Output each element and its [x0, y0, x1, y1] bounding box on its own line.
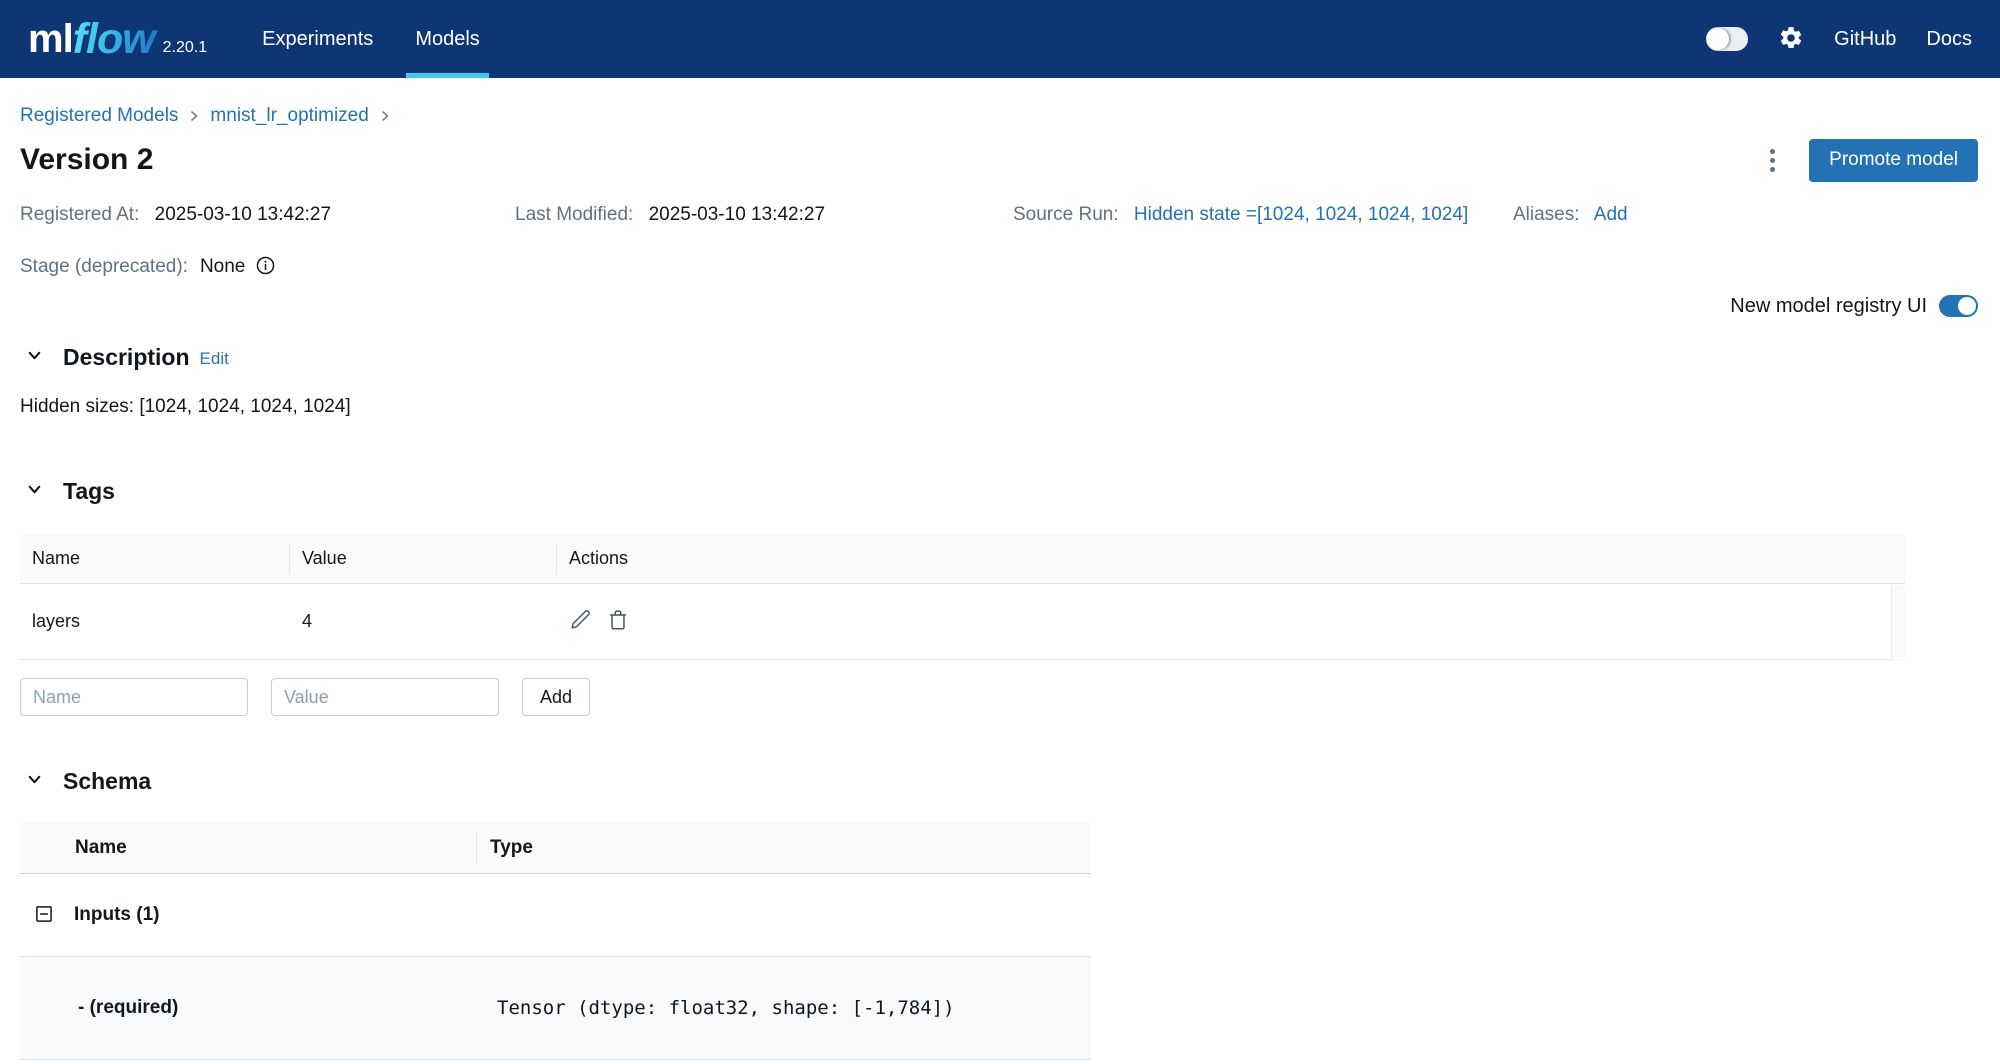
registry-toggle-row: New model registry UI: [20, 294, 1978, 318]
stage-info-button[interactable]: [255, 255, 276, 279]
logo-ml-text: ml: [28, 16, 74, 61]
chevron-down-icon: [26, 771, 43, 791]
tab-experiments[interactable]: Experiments: [258, 0, 377, 78]
tag-value-cell: 4: [302, 611, 313, 631]
aliases-label: Aliases:: [1513, 204, 1580, 225]
schema-row-type: Tensor (dtype: float32, shape: [-1,784]): [497, 997, 955, 1019]
description-edit-link[interactable]: Edit: [200, 349, 229, 369]
overflow-menu-button[interactable]: [1760, 141, 1785, 180]
collapse-inputs-button[interactable]: [34, 904, 54, 927]
schema-row-name: - (required): [78, 997, 179, 1018]
pencil-icon: [569, 609, 591, 634]
docs-link[interactable]: Docs: [1926, 28, 1972, 51]
description-collapse-button[interactable]: [26, 347, 43, 367]
schema-collapse-button[interactable]: [26, 771, 43, 791]
chevron-right-icon: [187, 109, 201, 123]
chevron-right-icon: [378, 109, 392, 123]
schema-col-type: Type: [490, 836, 533, 858]
tags-table-header: Name Value Actions: [20, 534, 1905, 584]
kebab-icon: [1770, 148, 1776, 154]
last-modified: Last Modified: 2025-03-10 13:42:27: [515, 204, 1013, 226]
registered-at-label: Registered At:: [20, 204, 140, 225]
schema-section-header: Schema: [20, 766, 1978, 796]
github-link[interactable]: GitHub: [1834, 28, 1896, 51]
page-content: Registered Models mnist_lr_optimized Ver…: [0, 104, 2000, 1060]
aliases-add-link[interactable]: Add: [1594, 204, 1628, 225]
last-modified-label: Last Modified:: [515, 204, 634, 225]
trash-icon: [607, 609, 629, 634]
chevron-down-icon: [26, 347, 43, 367]
breadcrumb-model-name[interactable]: mnist_lr_optimized: [210, 105, 368, 127]
source-run: Source Run: Hidden state =[1024, 1024, 1…: [1013, 204, 1513, 226]
toggle-knob: [1958, 297, 1976, 315]
stage-row: Stage (deprecated): None: [20, 254, 1978, 280]
tags-table: Name Value Actions layers 4: [20, 534, 1905, 661]
tab-models[interactable]: Models: [406, 0, 490, 78]
registered-at: Registered At: 2025-03-10 13:42:27: [20, 204, 515, 226]
aliases: Aliases: Add: [1513, 204, 1628, 226]
tag-value-input[interactable]: [271, 678, 499, 716]
settings-button[interactable]: [1778, 25, 1804, 54]
logo-flow-text: flow: [73, 15, 159, 64]
delete-tag-button[interactable]: [607, 609, 629, 634]
theme-toggle-knob: [1707, 28, 1730, 50]
breadcrumb-registered-models[interactable]: Registered Models: [20, 105, 178, 127]
source-run-label: Source Run:: [1013, 204, 1119, 225]
page-title: Version 2: [20, 143, 154, 176]
new-registry-ui-toggle[interactable]: [1939, 295, 1978, 317]
tag-name-input[interactable]: [20, 678, 248, 716]
stage-value: None: [199, 256, 246, 277]
tags-section-header: Tags: [20, 476, 1978, 506]
minus-square-icon: [34, 904, 54, 927]
tag-name-cell: layers: [32, 611, 81, 631]
title-actions: Promote model: [1760, 138, 1978, 182]
title-row: Version 2 Promote model: [20, 138, 1978, 182]
tags-col-name: Name: [20, 543, 290, 574]
table-row: layers 4: [20, 584, 1890, 660]
description-section-header: Description Edit: [20, 342, 1978, 372]
source-run-link[interactable]: Hidden state =[1024, 1024, 1024, 1024]: [1134, 204, 1468, 225]
schema-title: Schema: [63, 767, 152, 794]
tags-title: Tags: [63, 477, 115, 504]
schema-table-header: Name Type: [20, 822, 1091, 874]
edit-tag-button[interactable]: [569, 609, 591, 634]
breadcrumb: Registered Models mnist_lr_optimized: [20, 104, 1978, 128]
registered-at-value: 2025-03-10 13:42:27: [154, 204, 332, 225]
info-icon: [255, 255, 276, 279]
tag-actions-cell: [557, 609, 1890, 634]
registry-toggle-label: New model registry UI: [1730, 294, 1927, 317]
inputs-group-label: Inputs (1): [74, 904, 160, 925]
stage-label: Stage (deprecated):: [20, 256, 188, 277]
theme-toggle[interactable]: [1706, 27, 1749, 51]
mlflow-logo[interactable]: ml flow 2.20.1: [28, 0, 207, 78]
gear-icon: [1778, 25, 1804, 54]
schema-inputs-group-row: Inputs (1): [20, 874, 1091, 956]
add-tag-form: Add: [20, 678, 1978, 716]
schema-col-name: Name: [20, 831, 477, 864]
chevron-down-icon: [26, 481, 43, 501]
description-title: Description: [63, 343, 190, 370]
main-nav-tabs: Experiments Models: [241, 0, 501, 78]
tags-collapse-button[interactable]: [26, 481, 43, 501]
version-label: 2.20.1: [162, 39, 208, 56]
metadata-row: Registered At: 2025-03-10 13:42:27 Last …: [20, 204, 1978, 228]
table-row: - (required) Tensor (dtype: float32, sha…: [20, 956, 1091, 1060]
tags-col-value: Value: [290, 543, 557, 574]
tags-col-actions: Actions: [569, 548, 629, 568]
description-content: Hidden sizes: [1024, 1024, 1024, 1024]: [20, 396, 351, 417]
last-modified-value: 2025-03-10 13:42:27: [648, 204, 826, 225]
promote-model-button[interactable]: Promote model: [1809, 138, 1978, 182]
navbar-right: GitHub Docs: [1706, 0, 1972, 78]
schema-table: Name Type Inputs (1) - (required) Tensor…: [20, 822, 1091, 1060]
add-tag-button[interactable]: Add: [522, 678, 591, 716]
tags-table-scrollbar[interactable]: [1891, 585, 1905, 661]
top-navbar: ml flow 2.20.1 Experiments Models GitHub …: [0, 0, 2000, 78]
